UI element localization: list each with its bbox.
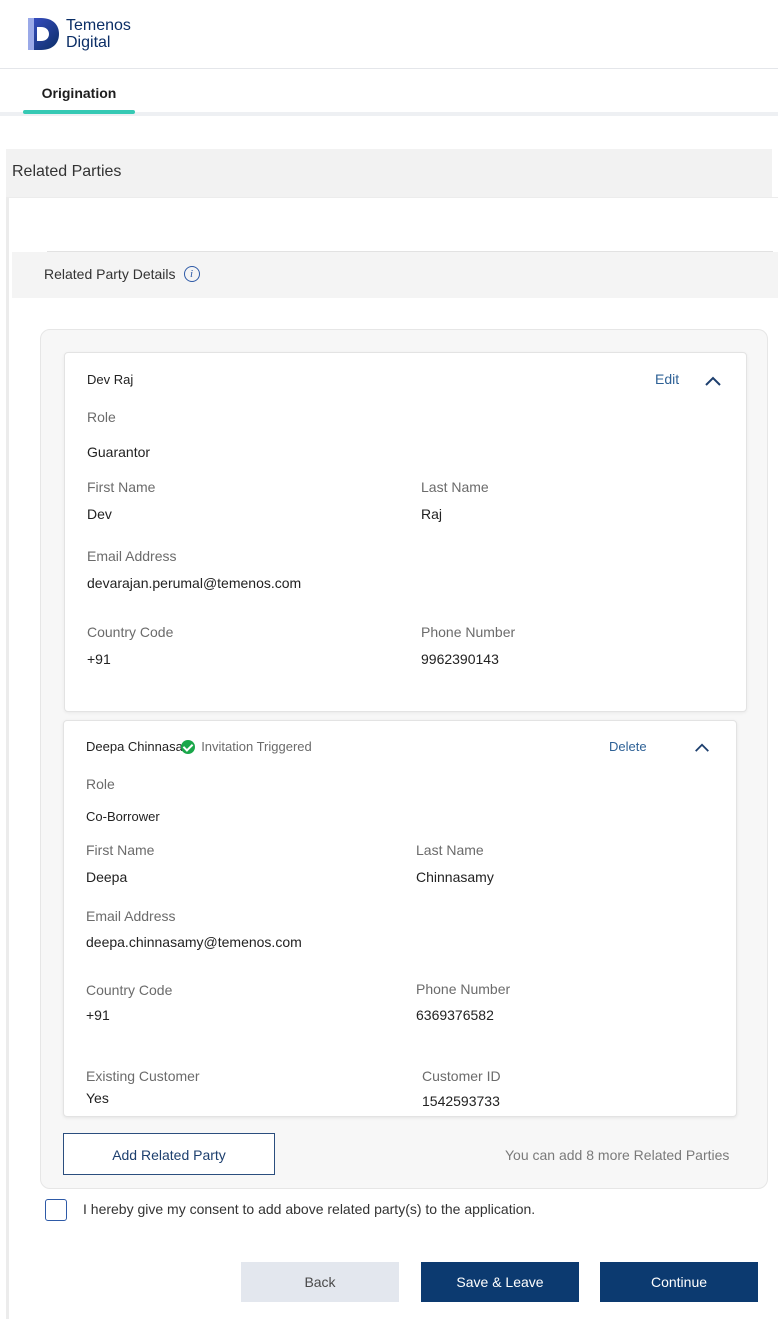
consent-label: I hereby give my consent to add above re… [83, 1201, 536, 1217]
customer-id-label: Customer ID [422, 1068, 501, 1084]
last-name-value: Raj [421, 506, 443, 522]
brand-line-1: Temenos [66, 17, 131, 34]
tab-bar: Origination [0, 70, 778, 116]
phone-label: Phone Number [421, 624, 516, 640]
consent-checkbox[interactable] [45, 1199, 67, 1221]
save-and-leave-button[interactable]: Save & Leave [421, 1262, 579, 1302]
section-header: Related Parties [6, 149, 772, 197]
chevron-up-icon[interactable] [705, 376, 721, 386]
first-name-label: First Name [87, 479, 156, 495]
chevron-up-icon[interactable] [694, 743, 710, 752]
invitation-status: Invitation Triggered [201, 739, 312, 754]
edit-link[interactable]: Edit [655, 371, 679, 387]
tab-origination[interactable]: Origination [23, 70, 135, 114]
check-circle-icon [181, 739, 196, 754]
phone-label: Phone Number [416, 981, 511, 997]
phone-value: 9962390143 [421, 651, 499, 667]
first-name-value: Dev [87, 506, 112, 522]
delete-link[interactable]: Delete [609, 739, 647, 754]
country-code-value: +91 [87, 651, 111, 667]
details-bar: Related Party Details i [12, 252, 778, 298]
back-button[interactable]: Back [241, 1262, 399, 1302]
role-value: Co-Borrower [86, 809, 160, 824]
app-header: Temenos Digital [0, 0, 778, 69]
party-name: Deepa Chinnasar [86, 739, 188, 754]
temenos-logo-icon [28, 18, 59, 50]
first-name-label: First Name [86, 842, 155, 858]
role-value: Guarantor [87, 444, 151, 460]
email-value: devarajan.perumal@temenos.com [87, 575, 302, 591]
role-label: Role [87, 409, 116, 425]
party-card [64, 352, 747, 712]
remaining-parties-note: You can add 8 more Related Parties [505, 1147, 730, 1163]
customer-id-value: 1542593733 [422, 1093, 500, 1109]
email-label: Email Address [86, 908, 176, 924]
party-header: Deepa Chinnasar Invitation Triggered [86, 739, 312, 754]
brand-name: Temenos Digital [66, 17, 131, 51]
party-name: Dev Raj [87, 372, 134, 387]
existing-customer-label: Existing Customer [86, 1068, 200, 1084]
last-name-label: Last Name [421, 479, 489, 495]
email-label: Email Address [87, 548, 177, 564]
first-name-value: Deepa [86, 869, 128, 885]
continue-button[interactable]: Continue [600, 1262, 758, 1302]
email-value: deepa.chinnasamy@temenos.com [86, 934, 302, 950]
brand-line-2: Digital [66, 34, 111, 51]
active-tab-indicator [23, 110, 135, 114]
last-name-label: Last Name [416, 842, 484, 858]
info-icon[interactable]: i [183, 266, 200, 282]
country-code-label: Country Code [86, 982, 173, 998]
role-label: Role [86, 776, 115, 792]
details-title-text: Related Party Details [44, 266, 176, 282]
country-code-value: +91 [86, 1007, 110, 1023]
country-code-label: Country Code [87, 624, 174, 640]
phone-value: 6369376582 [416, 1007, 494, 1023]
temenos-logo[interactable]: Temenos Digital [26, 16, 131, 52]
last-name-value: Chinnasamy [416, 869, 494, 885]
existing-customer-value: Yes [86, 1090, 109, 1106]
add-related-party-button[interactable]: Add Related Party [63, 1133, 275, 1175]
details-title: Related Party Details i [44, 266, 200, 282]
section-title: Related Parties [12, 163, 122, 180]
